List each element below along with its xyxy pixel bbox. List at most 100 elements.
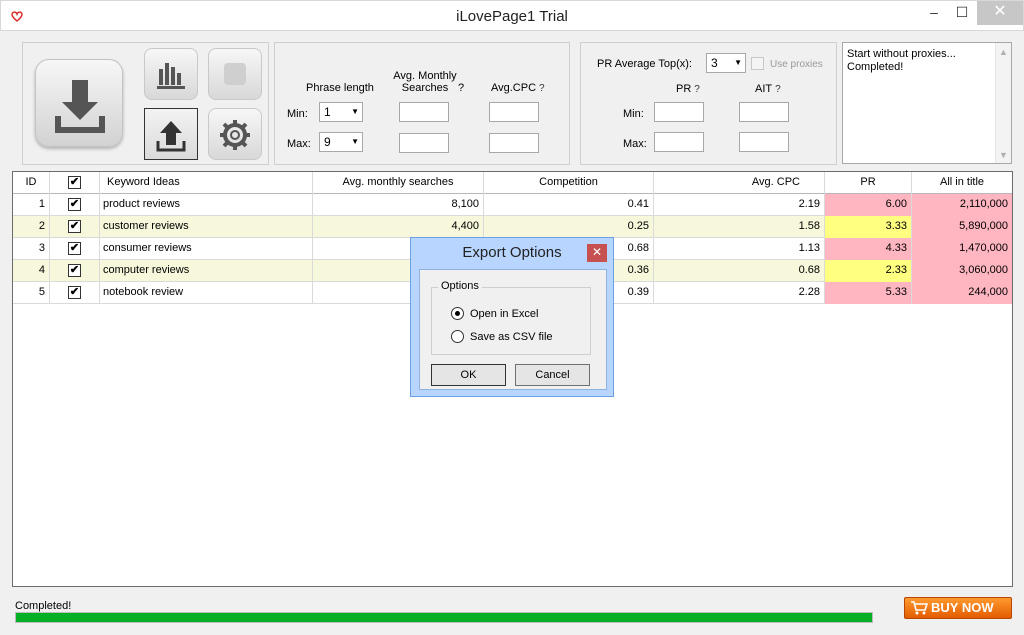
pr-filters-panel: PR Average Top(x): 3 ▼ Use proxies PR? AI… — [580, 42, 837, 165]
options-group-label: Options — [438, 280, 482, 292]
cell-id: 2 — [13, 216, 50, 238]
close-button[interactable]: ✕ — [977, 1, 1023, 25]
ait-max-input[interactable] — [739, 132, 789, 152]
cell-pr: 3.33 — [825, 216, 912, 238]
pr-help[interactable]: ? — [694, 84, 700, 95]
min-label: Min: — [287, 108, 308, 120]
cell-pr: 4.33 — [825, 238, 912, 260]
header-avg-cpc[interactable]: Avg. CPC — [654, 172, 825, 194]
dialog-close-button[interactable]: ✕ — [587, 244, 607, 262]
cell-avg-cpc: 1.58 — [654, 216, 825, 238]
cell-id: 5 — [13, 282, 50, 304]
ait-help[interactable]: ? — [775, 84, 781, 95]
stop-button[interactable] — [208, 48, 262, 100]
cell-avg-cpc: 2.28 — [654, 282, 825, 304]
log-textbox[interactable]: Start without proxies... Completed! ▲ ▼ — [842, 42, 1012, 164]
cell-competition: 0.25 — [484, 216, 654, 238]
cell-keyword: notebook review — [100, 282, 313, 304]
cell-keyword: computer reviews — [100, 260, 313, 282]
row-checkbox[interactable]: ✔ — [68, 286, 81, 299]
cell-id: 3 — [13, 238, 50, 260]
table-row[interactable]: 1 ✔ product reviews 8,100 0.41 2.19 6.00 2,110,… — [13, 194, 1012, 216]
header-id[interactable]: ID — [13, 172, 50, 194]
chevron-down-icon: ▼ — [351, 137, 359, 146]
header-competition[interactable]: Competition — [484, 172, 654, 194]
cell-all-in-title: 2,110,000 — [912, 194, 1012, 216]
upload-icon — [156, 121, 186, 152]
actions-panel — [22, 42, 269, 165]
cell-check[interactable]: ✔ — [50, 282, 100, 304]
export-button[interactable] — [144, 108, 198, 160]
pr-average-label: PR Average Top(x): — [597, 58, 692, 70]
scroll-up-icon[interactable]: ▲ — [999, 46, 1008, 59]
header-all-in-title[interactable]: All in title — [912, 172, 1012, 194]
options-group: Options Open in Excel Save as CSV file — [431, 280, 591, 355]
minimize-button[interactable]: – — [920, 1, 948, 25]
save-as-csv-label[interactable]: Save as CSV file — [470, 331, 553, 343]
stats-button[interactable] — [144, 48, 198, 100]
maximize-button[interactable]: ☐ — [948, 1, 976, 25]
status-text: Completed! — [15, 600, 72, 612]
row-checkbox[interactable]: ✔ — [68, 264, 81, 277]
cell-all-in-title: 1,470,000 — [912, 238, 1012, 260]
header-keyword[interactable]: Keyword Ideas — [100, 172, 313, 194]
settings-button[interactable] — [208, 108, 262, 160]
log-line: Start without proxies... — [847, 48, 956, 60]
scroll-down-icon[interactable]: ▼ — [999, 149, 1008, 162]
max-label: Max: — [287, 138, 311, 150]
phrase-min-select[interactable]: 1 ▼ — [319, 102, 363, 122]
table-row[interactable]: 2 ✔ customer reviews 4,400 0.25 1.58 3.33 5,890… — [13, 216, 1012, 238]
stop-icon — [224, 63, 246, 85]
row-checkbox[interactable]: ✔ — [68, 220, 81, 233]
progress-bar — [15, 612, 873, 623]
header-avg-monthly-searches[interactable]: Avg. monthly searches — [313, 172, 484, 194]
pr-average-select[interactable]: 3 ▼ — [706, 53, 746, 73]
cell-check[interactable]: ✔ — [50, 260, 100, 282]
open-in-excel-radio[interactable] — [451, 307, 464, 320]
cell-check[interactable]: ✔ — [50, 238, 100, 260]
cell-keyword: product reviews — [100, 194, 313, 216]
pr-max-input[interactable] — [654, 132, 704, 152]
save-as-csv-radio[interactable] — [451, 330, 464, 343]
cell-all-in-title: 244,000 — [912, 282, 1012, 304]
cell-pr: 2.33 — [825, 260, 912, 282]
ok-button[interactable]: OK — [431, 364, 506, 386]
phrase-max-select[interactable]: 9 ▼ — [319, 132, 363, 152]
cell-check[interactable]: ✔ — [50, 194, 100, 216]
avg-monthly-label: Avg. Monthly Searches — [393, 70, 457, 94]
cancel-button[interactable]: Cancel — [515, 364, 590, 386]
cell-competition: 0.41 — [484, 194, 654, 216]
select-all-checkbox[interactable]: ✔ — [68, 176, 81, 189]
buy-now-button[interactable]: BUY NOW — [904, 597, 1012, 619]
row-checkbox[interactable]: ✔ — [68, 198, 81, 211]
open-in-excel-label[interactable]: Open in Excel — [470, 308, 538, 320]
avg-cpc-min-input[interactable] — [489, 102, 539, 122]
window-title: iLovePage1 Trial — [456, 8, 568, 25]
gear-icon — [220, 120, 250, 150]
header-check[interactable]: ✔ — [50, 172, 100, 194]
cell-keyword: customer reviews — [100, 216, 313, 238]
download-button[interactable] — [35, 59, 123, 147]
ait-min-input[interactable] — [739, 102, 789, 122]
cell-keyword: consumer reviews — [100, 238, 313, 260]
cell-check[interactable]: ✔ — [50, 216, 100, 238]
cell-avg-cpc: 1.13 — [654, 238, 825, 260]
avg-monthly-help[interactable]: ? — [458, 82, 464, 94]
avg-monthly-min-input[interactable] — [399, 102, 449, 122]
cell-pr: 5.33 — [825, 282, 912, 304]
avg-monthly-max-input[interactable] — [399, 133, 449, 153]
avg-cpc-help[interactable]: ? — [539, 83, 545, 94]
log-scrollbar[interactable]: ▲ ▼ — [995, 43, 1011, 163]
header-pr[interactable]: PR — [825, 172, 912, 194]
cart-icon — [911, 601, 928, 615]
use-proxies-checkbox[interactable] — [751, 57, 764, 70]
use-proxies-label: Use proxies — [770, 59, 823, 70]
export-options-dialog: Export Options ✕ Options Open in Excel S… — [410, 237, 614, 397]
row-checkbox[interactable]: ✔ — [68, 242, 81, 255]
avg-cpc-max-input[interactable] — [489, 133, 539, 153]
cell-all-in-title: 5,890,000 — [912, 216, 1012, 238]
download-icon — [55, 80, 105, 133]
pr-min-input[interactable] — [654, 102, 704, 122]
cell-avg-cpc: 0.68 — [654, 260, 825, 282]
pr-label: PR? — [676, 83, 700, 95]
